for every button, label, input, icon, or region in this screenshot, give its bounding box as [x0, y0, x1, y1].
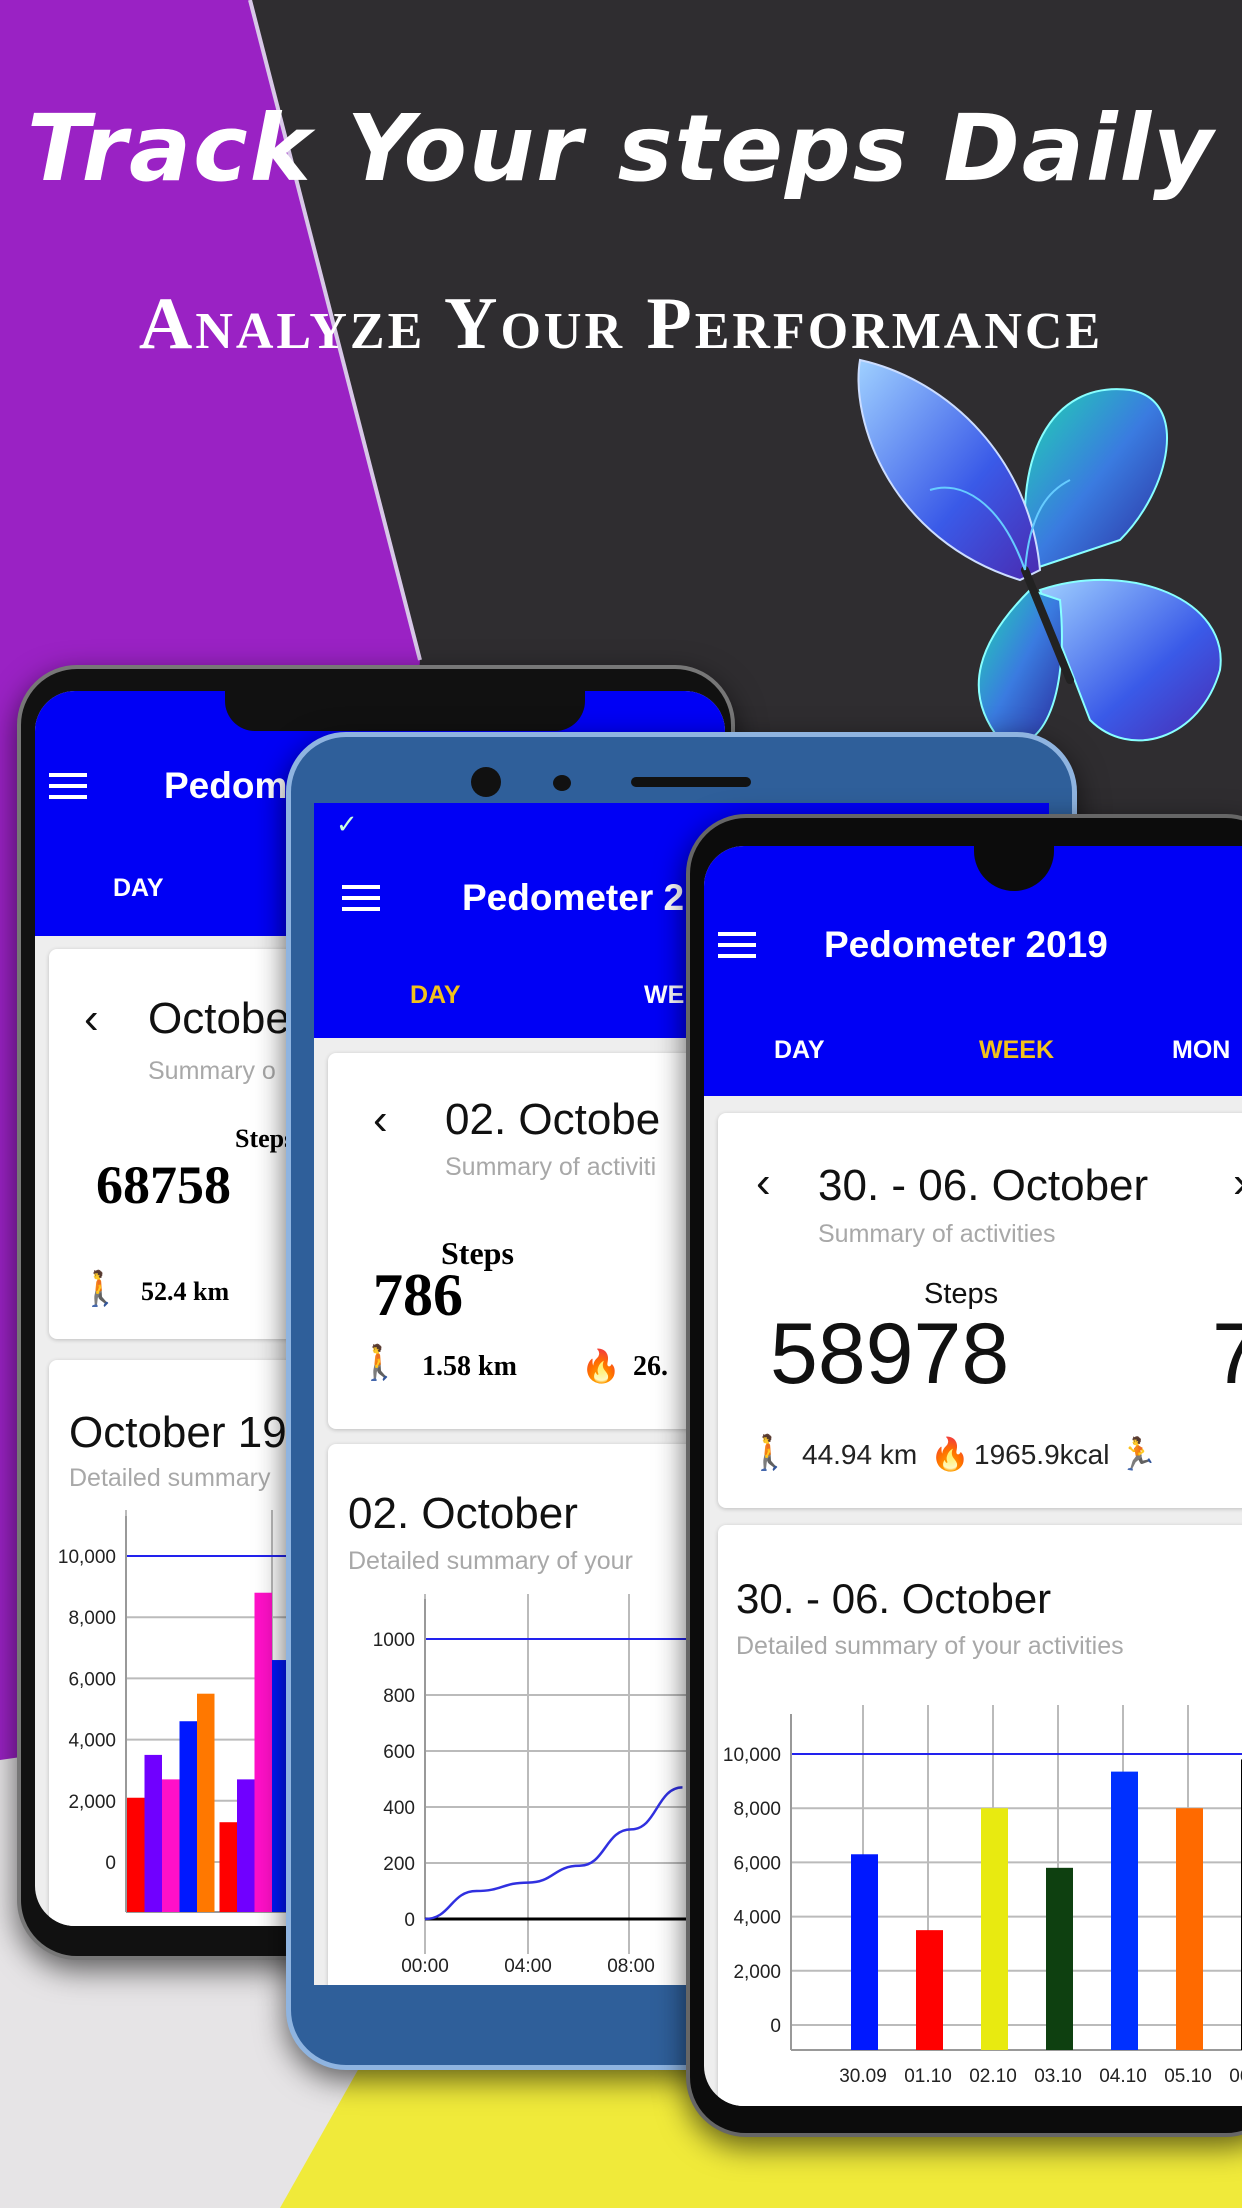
app-title: Pedometer 2 [462, 877, 685, 918]
app-title: Pedom [164, 765, 288, 806]
x-tick-label: 08:00 [607, 1956, 655, 1977]
detail-title: October 19 [69, 1408, 287, 1457]
y-tick-label: 10,000 [58, 1547, 116, 1568]
y-tick-label: 600 [383, 1742, 415, 1763]
bar [162, 1779, 180, 1912]
y-tick-label: 0 [404, 1910, 415, 1931]
date-title: 02. Octobe [445, 1095, 661, 1144]
summary-card: ‹ 30. - 06. October Summary of activitie… [718, 1113, 1242, 1508]
x-tick-label: 02.10 [969, 2066, 1017, 2087]
bar [179, 1721, 197, 1912]
sensor [553, 775, 571, 791]
summary-subtitle: Summary of activiti [445, 1153, 657, 1181]
y-tick-label: 4,000 [733, 1908, 781, 1929]
tab-month[interactable]: MON [1172, 1036, 1230, 1065]
tab-day[interactable]: DAY [410, 981, 461, 1010]
calories-value: 26. [633, 1351, 668, 1382]
bar-03.10 [1046, 1867, 1073, 2050]
tab-day[interactable]: DAY [113, 874, 164, 903]
butterfly-illustration [857, 358, 1222, 745]
detail-title: 02. October [348, 1489, 578, 1538]
detail-card: 30. - 06. October Detailed summary of yo… [718, 1525, 1242, 2106]
phone-right: Pedometer 2019 DAY WEEK MON ‹ 30. - 06. … [686, 814, 1242, 2137]
x-tick-label: 04:00 [504, 1956, 552, 1977]
walking-distance-icon: 🚶 [748, 1434, 791, 1472]
y-tick-label: 8,000 [68, 1608, 116, 1629]
x-tick-label: 05.10 [1164, 2066, 1212, 2087]
fire-icon: 🔥 [930, 1436, 970, 1472]
bar-02.10 [981, 1808, 1008, 2050]
menu-icon[interactable] [342, 885, 380, 911]
x-tick-label: 00:00 [401, 1956, 449, 1977]
detail-title: 30. - 06. October [736, 1575, 1052, 1622]
menu-icon[interactable] [718, 932, 756, 958]
y-tick-label: 400 [383, 1798, 415, 1819]
tab-week[interactable]: WE [644, 981, 684, 1010]
menu-icon[interactable] [49, 773, 87, 799]
date-title: Octobe [148, 994, 290, 1043]
steps-value: 58978 [770, 1306, 1010, 1402]
steps-value: 786 [373, 1262, 463, 1328]
running-icon: 🏃 [1118, 1436, 1158, 1472]
tab-day[interactable]: DAY [774, 1036, 825, 1065]
x-tick-label: 06.10 [1229, 2066, 1242, 2087]
x-tick-label: 04.10 [1099, 2066, 1147, 2087]
y-tick-label: 0 [105, 1853, 116, 1874]
y-tick-label: 8,000 [733, 1799, 781, 1820]
x-tick-label: 03.10 [1034, 2066, 1082, 2087]
next-arrow-icon[interactable]: › [1233, 1158, 1242, 1208]
speaker [631, 777, 751, 787]
bar [144, 1754, 162, 1912]
distance-value: 52.4 km [141, 1277, 230, 1306]
fire-icon: 🔥 [581, 1348, 621, 1384]
y-tick-label: 800 [383, 1686, 415, 1707]
prev-arrow-icon[interactable]: ‹ [756, 1158, 771, 1208]
bar-30.09 [851, 1854, 878, 2050]
summary-subtitle: Summary o [148, 1057, 276, 1085]
front-camera [471, 767, 501, 797]
tab-week[interactable]: WEEK [979, 1036, 1054, 1065]
bar [127, 1797, 145, 1912]
bar [237, 1779, 255, 1912]
x-tick-label: 30.09 [839, 2066, 887, 2087]
walking-distance-icon: 🚶 [79, 1270, 122, 1308]
notification-icon: ✓ [336, 809, 358, 839]
y-tick-label: 6,000 [68, 1669, 116, 1690]
notch [225, 691, 585, 731]
bar [254, 1592, 272, 1912]
y-tick-label: 6,000 [733, 1853, 781, 1874]
bar [197, 1693, 215, 1912]
y-tick-label: 200 [383, 1854, 415, 1875]
bar [219, 1822, 237, 1912]
detail-subtitle: Detailed summary of your [348, 1547, 633, 1575]
date-title: 30. - 06. October [818, 1161, 1149, 1210]
detail-subtitle: Detailed summary [69, 1464, 271, 1492]
calories-value: 1965.9kcal [974, 1439, 1110, 1470]
week-bar-chart: 0 2,000 4,000 6,000 8,000 10,000 30.09 01.10 02.… [723, 1705, 1242, 2087]
prev-arrow-icon[interactable]: ‹ [84, 994, 99, 1044]
y-tick-label: 4,000 [68, 1731, 116, 1752]
walking-distance-icon: 🚶 [358, 1344, 401, 1382]
y-tick-label: 2,000 [733, 1962, 781, 1983]
y-tick-label: 10,000 [723, 1745, 781, 1766]
prev-arrow-icon[interactable]: ‹ [373, 1095, 388, 1145]
y-tick-label: 2,000 [68, 1792, 116, 1813]
x-tick-label: 01.10 [904, 2066, 952, 2087]
phone-right-screen: Pedometer 2019 DAY WEEK MON ‹ 30. - 06. … [704, 846, 1242, 2106]
next-steps-value: 7 [1212, 1306, 1242, 1402]
y-tick-label: 0 [770, 2016, 781, 2037]
distance-value: 1.58 km [422, 1351, 517, 1382]
app-title: Pedometer 2019 [824, 924, 1108, 965]
bar-05.10 [1176, 1808, 1203, 2050]
headline: Track Your steps Daily [27, 95, 1215, 202]
summary-subtitle: Summary of activities [818, 1220, 1056, 1248]
bar-04.10 [1111, 1771, 1138, 2050]
distance-value: 44.94 km [802, 1439, 918, 1470]
bar-01.10 [916, 1930, 943, 2050]
y-tick-label: 1000 [373, 1630, 415, 1651]
steps-value: 68758 [96, 1155, 231, 1215]
detail-subtitle: Detailed summary of your activities [736, 1632, 1124, 1660]
